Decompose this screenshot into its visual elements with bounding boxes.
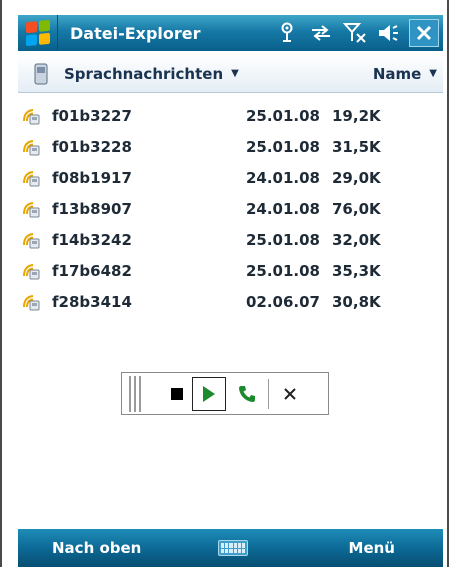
file-name: f01b3227: [52, 106, 132, 125]
file-date: 25.01.08: [245, 106, 320, 125]
voice-message-icon: [20, 138, 42, 156]
file-name: f14b3242: [52, 230, 132, 249]
file-size: 31,5K: [332, 137, 381, 156]
voice-message-icon: [20, 169, 42, 187]
toolbar-separator: [268, 378, 269, 409]
file-size: 76,0K: [332, 199, 381, 218]
call-button[interactable]: [232, 377, 262, 411]
play-icon: [203, 385, 215, 402]
file-date: 24.01.08: [245, 199, 320, 218]
file-size: 30,8K: [332, 292, 381, 311]
file-date: 02.06.07: [245, 292, 320, 311]
audio-player-toolbar: [121, 372, 329, 415]
softkey-left[interactable]: Nach oben: [52, 539, 141, 557]
voice-message-icon: [20, 200, 42, 218]
file-date: 25.01.08: [245, 261, 320, 280]
file-name: f28b3414: [52, 292, 132, 311]
file-date: 25.01.08: [245, 137, 320, 156]
file-date: 25.01.08: [245, 230, 320, 249]
file-date: 24.01.08: [245, 168, 320, 187]
stop-icon: [171, 387, 183, 400]
keyboard-icon[interactable]: [218, 540, 248, 556]
softkey-bar: Nach oben Menü: [18, 529, 443, 567]
file-size: 35,3K: [332, 261, 381, 280]
file-row[interactable]: f01b3227 25.01.08 19,2K: [18, 100, 443, 131]
close-player-button[interactable]: [275, 377, 305, 411]
call-icon: [239, 385, 255, 402]
storage-card-icon: [30, 63, 52, 85]
close-button[interactable]: [409, 19, 439, 47]
file-size: 32,0K: [332, 230, 381, 249]
windows-start-icon: [25, 19, 50, 47]
file-name: f17b6482: [52, 261, 132, 280]
close-icon: [416, 25, 432, 41]
file-size: 19,2K: [332, 106, 381, 125]
sync-arrows-icon[interactable]: [307, 19, 335, 47]
file-row[interactable]: f08b1917 24.01.08 29,0K: [18, 162, 443, 193]
start-button[interactable]: [18, 15, 58, 51]
voice-message-icon: [20, 262, 42, 280]
folder-dropdown[interactable]: Sprachnachrichten ▼: [64, 65, 239, 83]
close-icon: [284, 387, 296, 400]
voice-message-icon: [20, 293, 42, 311]
file-size: 29,0K: [332, 168, 381, 187]
list-header: Sprachnachrichten ▼ Name ▼: [18, 55, 443, 93]
file-name: f13b8907: [52, 199, 132, 218]
file-name: f08b1917: [52, 168, 132, 187]
softkey-right[interactable]: Menü: [349, 539, 395, 557]
file-name: f01b3228: [52, 137, 132, 156]
file-row[interactable]: f28b3414 02.06.07 30,8K: [18, 286, 443, 317]
folder-label: Sprachnachrichten: [64, 64, 224, 83]
voice-message-icon: [20, 107, 42, 125]
file-list: f01b3227 25.01.08 19,2K f01b3228 25.01.08 31,…: [18, 100, 443, 317]
signal-off-icon[interactable]: [341, 19, 369, 47]
file-row[interactable]: f01b3228 25.01.08 31,5K: [18, 131, 443, 162]
sort-dropdown[interactable]: Name ▼: [373, 65, 443, 83]
voice-message-icon: [20, 231, 42, 249]
chevron-down-icon: ▼: [429, 68, 437, 79]
device-screen: Datei-Explorer Sprachnachrichten ▼ Name …: [0, 0, 449, 567]
play-button[interactable]: [192, 376, 226, 411]
toolbar-grip-handle[interactable]: [122, 373, 148, 414]
file-row[interactable]: f13b8907 24.01.08 76,0K: [18, 193, 443, 224]
speaker-icon[interactable]: [375, 19, 403, 47]
connectivity-icon[interactable]: [273, 19, 301, 47]
stop-button[interactable]: [162, 377, 192, 411]
status-icons: [273, 15, 443, 51]
file-row[interactable]: f17b6482 25.01.08 35,3K: [18, 255, 443, 286]
window-title: Datei-Explorer: [70, 23, 201, 43]
chevron-down-icon: ▼: [231, 68, 239, 79]
sort-label: Name: [372, 64, 422, 83]
title-bar: Datei-Explorer: [18, 15, 443, 51]
file-row[interactable]: f14b3242 25.01.08 32,0K: [18, 224, 443, 255]
